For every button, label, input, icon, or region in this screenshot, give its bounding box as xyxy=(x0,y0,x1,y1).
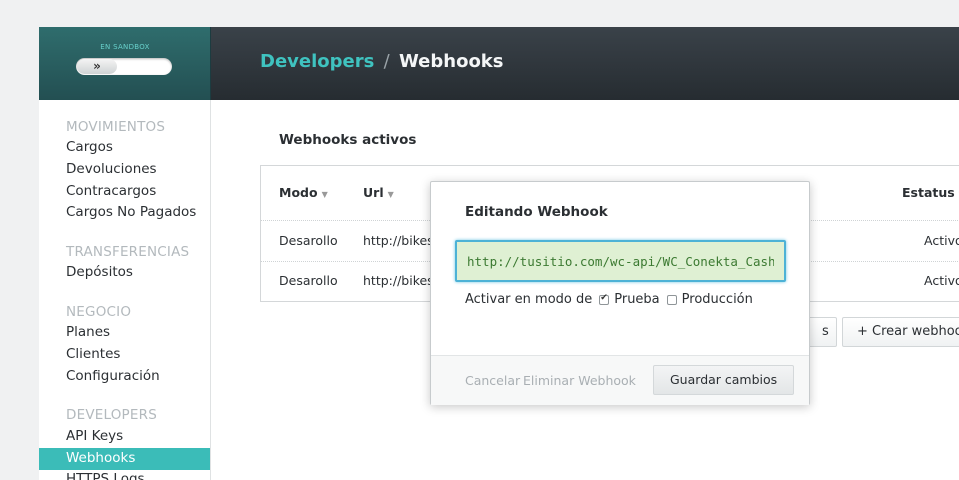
sidebar-item-depositos[interactable]: Depósitos xyxy=(39,262,210,284)
sidebar-item-clientes[interactable]: Clientes xyxy=(39,344,210,366)
sidebar-section-transferencias: TRANSFERENCIAS xyxy=(66,244,190,260)
sidebar-item-webhooks[interactable]: Webhooks xyxy=(39,448,210,470)
modal-title: Editando Webhook xyxy=(465,204,608,220)
mode-label: Activar en modo de xyxy=(465,292,593,307)
sidebar-item-https-logs[interactable]: HTTPS Logs xyxy=(39,469,210,480)
sandbox-toggle[interactable]: » xyxy=(76,58,172,75)
modal-footer: Cancelar Eliminar Webhook Guardar cambio… xyxy=(431,355,809,405)
sidebar-item-cargos-no-pagados[interactable]: Cargos No Pagados xyxy=(39,202,210,224)
create-webhook-button[interactable]: + Crear webhoo xyxy=(842,317,959,347)
column-header-label: Estatus xyxy=(902,185,955,200)
sidebar-item-configuracion[interactable]: Configuración xyxy=(39,366,210,388)
column-header-label: Url xyxy=(363,185,384,200)
sort-caret-icon: ▼ xyxy=(387,190,394,199)
row-2-url[interactable]: http://bikes xyxy=(363,273,434,288)
prueba-checkbox[interactable] xyxy=(599,293,610,305)
breadcrumb: Developers / Webhooks xyxy=(260,51,504,72)
column-header-label: Modo xyxy=(279,185,318,200)
sidebar-item-cargos[interactable]: Cargos xyxy=(39,137,210,159)
column-header-url[interactable]: Url ▼ xyxy=(363,185,394,200)
sidebar-item-contracargos[interactable]: Contracargos xyxy=(39,181,210,203)
row-1-url[interactable]: http://bikes xyxy=(363,233,434,248)
webhook-url-input[interactable] xyxy=(455,240,786,282)
brand-panel: EN SANDBOX » xyxy=(39,27,211,100)
sidebar-item-devoluciones[interactable]: Devoluciones xyxy=(39,159,210,181)
sandbox-knob-icon[interactable]: » xyxy=(77,59,117,74)
delete-webhook-link[interactable]: Eliminar Webhook xyxy=(523,373,636,388)
cancel-link[interactable]: Cancelar xyxy=(465,373,520,388)
breadcrumb-separator: / xyxy=(383,51,390,72)
save-changes-button[interactable]: Guardar cambios xyxy=(653,365,795,395)
sidebar-item-planes[interactable]: Planes xyxy=(39,322,210,344)
sidebar: MOVIMIENTOS Cargos Devoluciones Contraca… xyxy=(39,100,211,480)
column-header-modo[interactable]: Modo ▼ xyxy=(279,185,328,200)
sort-caret-icon: ▼ xyxy=(321,190,328,199)
mode-options: Activar en modo de Prueba Producción xyxy=(465,292,753,307)
sandbox-label: EN SANDBOX xyxy=(100,43,150,51)
produccion-label[interactable]: Producción xyxy=(682,292,753,307)
prueba-label[interactable]: Prueba xyxy=(614,292,659,307)
sidebar-section-movimientos: MOVIMIENTOS xyxy=(66,119,166,135)
page-title: Webhooks activos xyxy=(279,132,417,148)
top-bar: Developers / Webhooks xyxy=(211,27,959,100)
row-1-status: Activo xyxy=(924,233,959,248)
column-header-estatus[interactable]: Estatus▼ xyxy=(902,185,959,200)
breadcrumb-current: Webhooks xyxy=(398,51,504,72)
edit-webhook-modal: Editando Webhook Activar en modo de Prue… xyxy=(430,181,810,405)
row-2-status: Activo xyxy=(924,273,959,288)
sidebar-section-negocio: NEGOCIO xyxy=(66,304,132,320)
sidebar-item-api-keys[interactable]: API Keys xyxy=(39,426,210,448)
sidebar-section-developers: DEVELOPERS xyxy=(66,407,157,423)
row-2-mode: Desarollo xyxy=(279,273,338,288)
breadcrumb-developers[interactable]: Developers xyxy=(260,51,374,72)
produccion-checkbox[interactable] xyxy=(666,294,677,305)
row-1-mode: Desarollo xyxy=(279,233,338,248)
